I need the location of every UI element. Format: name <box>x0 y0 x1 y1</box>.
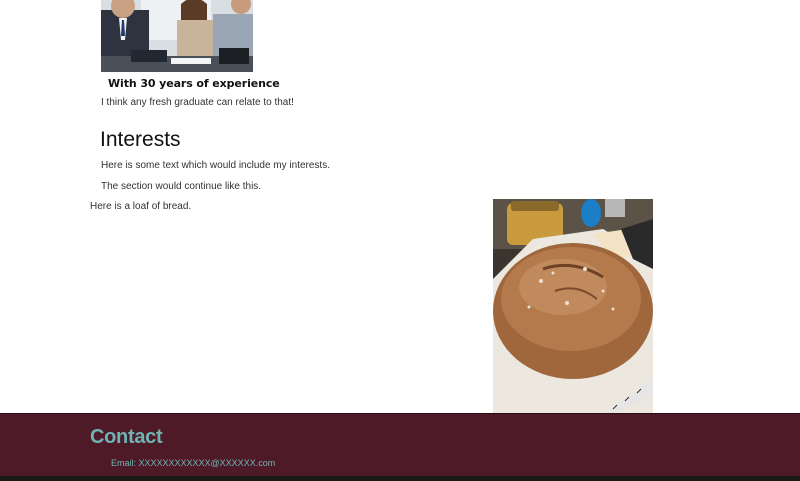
bread-photo <box>493 199 653 414</box>
page: With 30 years of experience I think any … <box>0 0 800 481</box>
contact-heading: Contact <box>90 426 163 448</box>
bread-caption: Here is a loaf of bread. <box>90 201 192 212</box>
contact-email[interactable]: Email: XXXXXXXXXXXX@XXXXXX.com <box>111 458 275 468</box>
meeting-photo <box>101 0 253 72</box>
footer-bottom-bar <box>0 476 800 481</box>
contact-footer: Contact Email: XXXXXXXXXXXX@XXXXXX.com <box>0 413 800 481</box>
interests-paragraph: The section would continue like this. <box>101 181 262 192</box>
meme-comment: I think any fresh graduate can relate to… <box>101 97 294 108</box>
meme-caption: With 30 years of experience <box>108 77 280 90</box>
interests-heading: Interests <box>100 128 181 151</box>
interests-paragraph: Here is some text which would include my… <box>101 160 330 171</box>
